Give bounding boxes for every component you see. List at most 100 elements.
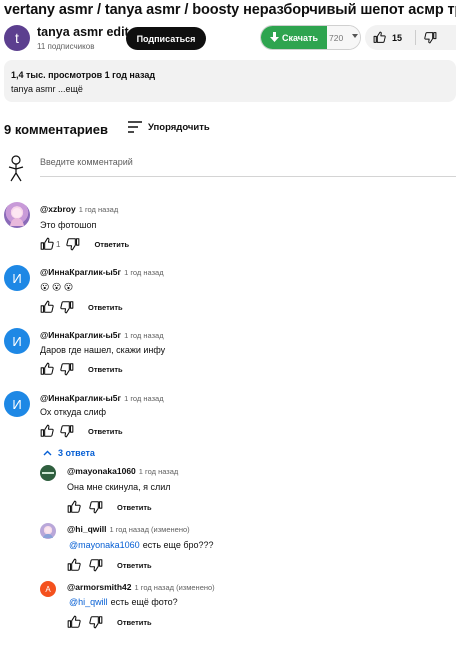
- reply-button[interactable]: Ответить: [117, 618, 152, 627]
- dislike-button[interactable]: [416, 25, 456, 50]
- thumb-up-icon[interactable]: [67, 615, 81, 629]
- avatar[interactable]: [4, 202, 30, 228]
- reply-time: 1 год назад (изменено): [109, 525, 190, 534]
- reply-button[interactable]: Ответить: [88, 365, 123, 374]
- reply-button[interactable]: Ответить: [88, 303, 123, 312]
- chevron-up-icon: [43, 450, 52, 456]
- thumb-down-icon: [424, 32, 437, 44]
- thumb-down-icon[interactable]: [60, 362, 74, 376]
- avatar[interactable]: И: [4, 265, 30, 291]
- reply-button[interactable]: Ответить: [94, 240, 129, 249]
- reply-item: A @armorsmith42 1 год назад (изменено) @h…: [0, 578, 456, 630]
- download-button[interactable]: Скачать: [261, 26, 327, 49]
- thumb-down-icon[interactable]: [89, 558, 103, 572]
- comment-time: 1 год назад: [124, 331, 164, 340]
- video-title: vertany asmr / tanya asmr / boosty нераз…: [4, 2, 456, 18]
- reply-button[interactable]: Ответить: [88, 427, 123, 436]
- avatar[interactable]: A: [40, 581, 56, 597]
- quality-select[interactable]: 720: [327, 26, 360, 49]
- avatar[interactable]: И: [4, 328, 30, 354]
- reply-body: есть ещё фото?: [110, 597, 178, 607]
- add-comment-row: Введите комментарий: [4, 155, 456, 185]
- reply-time: 1 год назад: [138, 467, 179, 476]
- thumb-up-icon[interactable]: [40, 237, 54, 251]
- download-label: Скачать: [282, 32, 318, 43]
- thumb-up-icon: [373, 31, 386, 43]
- reply-actions: Ответить: [67, 558, 152, 572]
- mention-link[interactable]: @mayonaka1060: [69, 540, 140, 550]
- description-text: tanya asmr ...ещё: [11, 84, 83, 94]
- comment-actions: Ответить: [40, 362, 123, 376]
- comments-count: 9 комментариев: [4, 122, 109, 137]
- user-avatar-icon: [8, 155, 24, 182]
- download-group: Скачать 720: [260, 25, 361, 50]
- comment-author[interactable]: @ИннаКраглик-ы5г 1 год назад: [40, 330, 164, 340]
- mention-link[interactable]: @hi_qwill: [69, 597, 108, 607]
- reply-author[interactable]: @hi_qwill 1 год назад (изменено): [67, 524, 190, 534]
- comment-like-count: 1: [56, 239, 61, 249]
- thumb-up-icon[interactable]: [67, 558, 81, 572]
- thumb-down-icon[interactable]: [66, 237, 80, 251]
- chevron-down-icon: [352, 34, 358, 38]
- replies-toggle[interactable]: 3 ответа: [43, 448, 95, 458]
- like-button[interactable]: 15: [365, 25, 415, 50]
- reply-item: @hi_qwill 1 год назад (изменено) @mayonak…: [0, 520, 456, 572]
- subscriber-count: 11 подписчиков: [37, 42, 95, 51]
- subscribe-button[interactable]: Подписаться: [126, 27, 206, 50]
- comment-text: Даров где нашел, скажи инфу: [40, 345, 166, 355]
- thumb-down-icon[interactable]: [89, 500, 103, 514]
- comment-author[interactable]: @xzbroy 1 год назад: [40, 204, 118, 214]
- comment-actions: Ответить: [40, 300, 123, 314]
- comment-item: И @ИннаКраглик-ы5г 1 год назад 😮 😮 😮 Отве…: [0, 263, 456, 315]
- sort-label: Упорядочить: [148, 121, 210, 133]
- thumb-up-icon[interactable]: [40, 424, 54, 438]
- description-box[interactable]: 1,4 тыс. просмотров 1 год назад tanya as…: [4, 60, 456, 102]
- comment-time: 1 год назад: [124, 268, 164, 277]
- comment-author[interactable]: @ИннаКраглик-ы5г 1 год назад: [40, 393, 164, 403]
- thumb-down-icon[interactable]: [89, 615, 103, 629]
- logo-avatar-icon: [42, 472, 54, 474]
- comment-time: 1 год назад: [124, 394, 164, 403]
- reply-button[interactable]: Ответить: [117, 561, 152, 570]
- thumb-down-icon[interactable]: [60, 424, 74, 438]
- reply-text: @hi_qwill есть ещё фото?: [69, 597, 178, 607]
- reply-time: 1 год назад (изменено): [134, 583, 215, 592]
- replies-count: 3 ответа: [58, 448, 95, 458]
- thumb-up-icon[interactable]: [40, 362, 54, 376]
- quality-value: 720: [329, 32, 344, 43]
- channel-avatar[interactable]: t: [4, 25, 30, 51]
- comment-time: 1 год назад: [78, 205, 119, 214]
- reply-button[interactable]: Ответить: [117, 503, 152, 512]
- thumb-up-icon[interactable]: [40, 300, 54, 314]
- thumb-down-icon[interactable]: [60, 300, 74, 314]
- reply-text: Она мне скинула, я слил: [67, 482, 171, 492]
- sort-button[interactable]: Упорядочить: [128, 119, 210, 135]
- reply-body: Она мне скинула, я слил: [67, 482, 171, 492]
- avatar[interactable]: [40, 465, 56, 481]
- anime-avatar-icon: [10, 208, 24, 226]
- thumb-up-icon[interactable]: [67, 500, 81, 514]
- comment-text: 😮 😮 😮: [40, 282, 74, 292]
- reply-author[interactable]: @mayonaka1060 1 год назад: [67, 466, 178, 476]
- anime-avatar-icon: [43, 527, 53, 538]
- like-count: 15: [392, 32, 403, 43]
- comment-input[interactable]: Введите комментарий: [40, 155, 456, 177]
- reply-item: @mayonaka1060 1 год назад Она мне скинула…: [0, 462, 456, 514]
- comment-text: Ох откуда слиф: [40, 407, 107, 417]
- comment-item: И @ИннаКраглик-ы5г 1 год назад Даров где …: [0, 326, 456, 378]
- avatar[interactable]: И: [4, 391, 30, 417]
- reply-author[interactable]: @armorsmith42 1 год назад (изменено): [67, 582, 215, 592]
- channel-name[interactable]: tanya asmr edit: [37, 25, 129, 39]
- reply-text: @mayonaka1060 есть еще бро???: [69, 540, 214, 550]
- reply-actions: Ответить: [67, 500, 152, 514]
- comment-actions: 1 Ответить: [40, 237, 129, 251]
- comment-actions: Ответить: [40, 424, 123, 438]
- avatar[interactable]: [40, 523, 56, 539]
- download-arrow-icon: [270, 32, 280, 42]
- comment-text: Это фотошоп: [40, 220, 97, 230]
- comment-author[interactable]: @ИннаКраглик-ы5г 1 год назад: [40, 267, 164, 277]
- comment-item: @xzbroy 1 год назад Это фотошоп 1 Ответит…: [0, 200, 456, 252]
- channel-row: t tanya asmr edit 11 подписчиков Подписа…: [0, 22, 456, 56]
- comment-item: И @ИннаКраглик-ы5г 1 год назад Ох откуда …: [0, 389, 456, 441]
- view-count-date: 1,4 тыс. просмотров 1 год назад: [11, 70, 156, 80]
